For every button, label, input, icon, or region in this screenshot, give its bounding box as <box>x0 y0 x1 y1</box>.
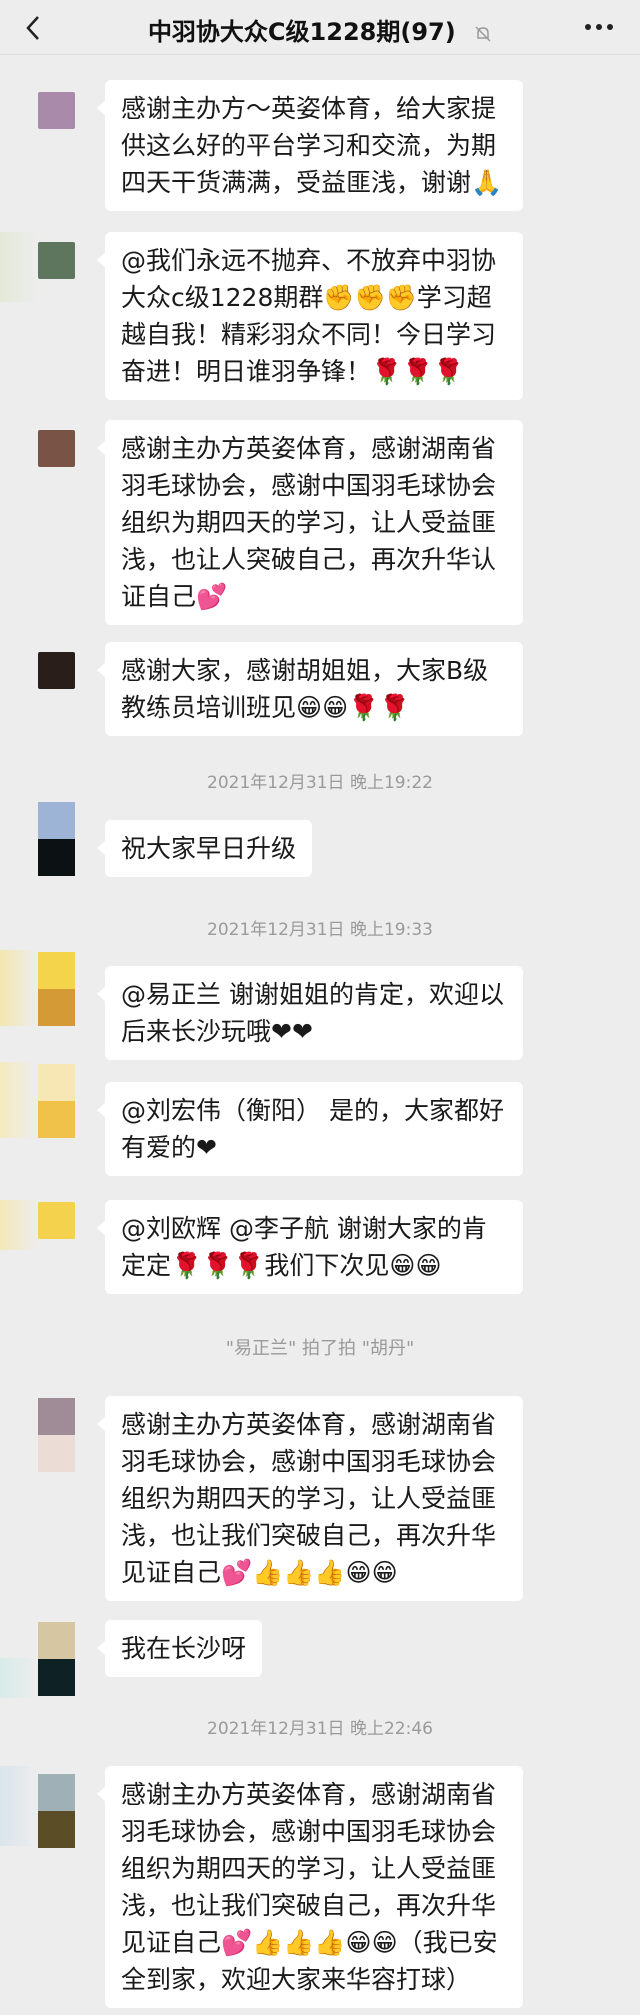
avatar[interactable] <box>38 1435 75 1472</box>
avatar[interactable] <box>38 652 75 689</box>
timestamp: 2021年12月31日 晚上19:33 <box>207 920 433 940</box>
avatar[interactable] <box>38 1774 75 1811</box>
message-bubble[interactable]: 感谢主办方英姿体育，感谢湖南省羽毛球协会，感谢中国羽毛球协会组织为期四天的学习，… <box>97 1396 523 1601</box>
message-bubble[interactable]: @刘欧辉 @李子航 谢谢大家的肯定定🌹🌹🌹我们下次见😁😁 <box>97 1200 523 1294</box>
avatar[interactable] <box>38 802 75 839</box>
blurred-region <box>0 1658 38 1698</box>
avatar[interactable] <box>38 1202 75 1239</box>
chat-title: 中羽协大众C级1228期(97) <box>147 18 456 46</box>
message-bubble[interactable]: 我在长沙呀 <box>96 1620 263 1677</box>
avatar[interactable] <box>38 1101 75 1138</box>
avatar[interactable] <box>38 989 75 1026</box>
message-bubble[interactable]: 感谢主办方英姿体育，感谢湖南省羽毛球协会，感谢中国羽毛球协会组织为期四天的学习，… <box>97 420 523 625</box>
avatar[interactable] <box>38 1398 75 1435</box>
chat-header: 中羽协大众C级1228期(97) <box>0 0 640 55</box>
message-bubble[interactable]: 感谢主办方～英姿体育，给大家提供这么好的平台学习和交流，为期四天干货满满，受益匪… <box>97 80 523 211</box>
avatar[interactable] <box>38 1622 75 1659</box>
avatar[interactable] <box>38 1659 75 1696</box>
chat-title-wrap: 中羽协大众C级1228期(97) <box>0 12 640 47</box>
avatar[interactable] <box>38 1064 75 1101</box>
bell-off-icon <box>474 21 492 42</box>
message-bubble[interactable]: @易正兰 谢谢姐姐的肯定，欢迎以后来长沙玩哦❤❤ <box>97 966 523 1060</box>
avatar[interactable] <box>38 242 75 279</box>
message-bubble[interactable]: @我们永远不抛弃、不放弃中羽协大众c级1228期群✊✊✊学习超越自我！精彩羽众不… <box>97 232 523 400</box>
timestamp: 2021年12月31日 晚上22:46 <box>207 1719 433 1739</box>
blurred-region <box>0 1200 38 1250</box>
blurred-region <box>0 950 38 1026</box>
avatar[interactable] <box>38 1811 75 1848</box>
blurred-region <box>0 1062 38 1138</box>
message-bubble[interactable]: @刘宏伟（衡阳） 是的，大家都好有爱的❤ <box>97 1082 523 1176</box>
timestamp: 2021年12月31日 晚上19:22 <box>207 773 433 793</box>
avatar[interactable] <box>38 92 75 129</box>
avatar[interactable] <box>38 430 75 467</box>
avatar[interactable] <box>38 839 75 876</box>
blurred-region <box>0 232 38 302</box>
more-icon[interactable] <box>584 14 614 47</box>
message-bubble[interactable]: 祝大家早日升级 <box>96 820 313 877</box>
message-bubble[interactable]: 感谢主办方英姿体育，感谢湖南省羽毛球协会，感谢中国羽毛球协会组织为期四天的学习，… <box>97 1766 523 2008</box>
pat-notice: "易正兰" 拍了拍 "胡丹" <box>225 1338 415 1359</box>
blurred-region <box>0 1766 38 1846</box>
message-bubble[interactable]: 感谢大家，感谢胡姐姐，大家B级教练员培训班见😁😁🌹🌹 <box>97 642 523 736</box>
avatar[interactable] <box>38 952 75 989</box>
